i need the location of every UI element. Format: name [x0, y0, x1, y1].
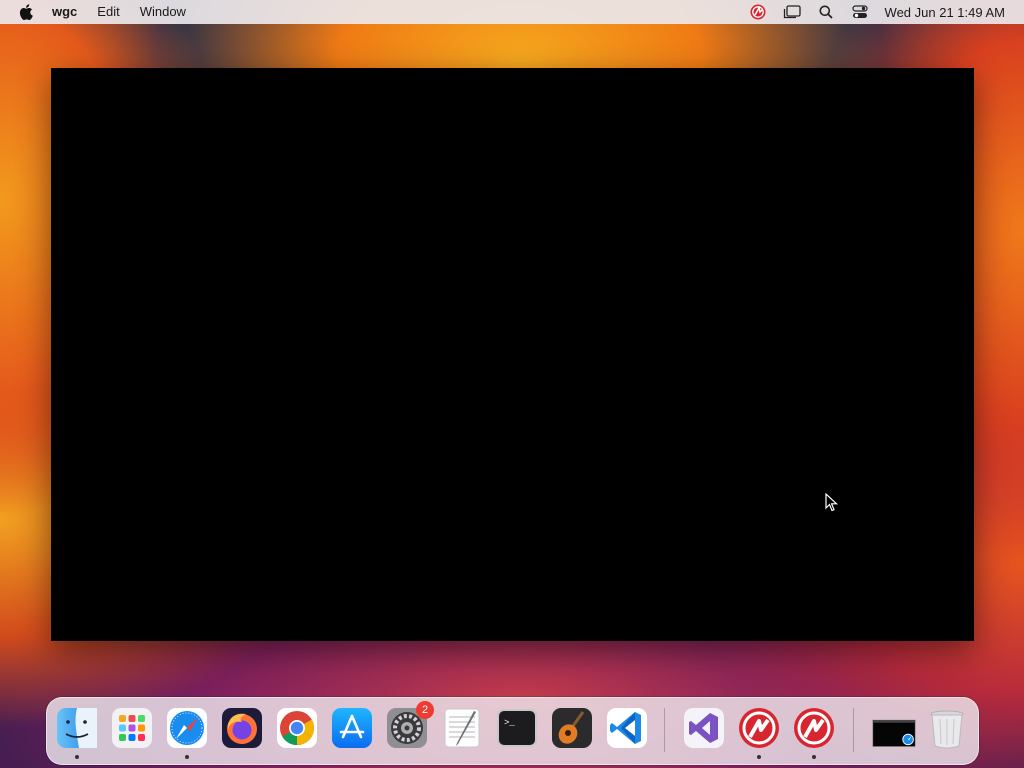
dock-wargaming-game-center-2[interactable]	[792, 706, 836, 759]
dock-app-store[interactable]	[330, 706, 374, 750]
finder-icon	[57, 708, 97, 748]
dock-safari[interactable]	[165, 706, 209, 759]
dock-separator	[853, 708, 854, 752]
safari-icon	[167, 708, 207, 748]
window-thumbnail-icon	[872, 719, 916, 747]
menu-window[interactable]: Window	[140, 0, 186, 24]
dock-terminal[interactable]: >_	[495, 706, 539, 750]
running-indicator	[185, 755, 189, 759]
vscode-icon	[607, 708, 647, 748]
terminal-prompt: >_	[504, 718, 515, 728]
dock-launchpad[interactable]	[110, 706, 154, 750]
wargaming-icon	[739, 708, 779, 748]
dock-vscode[interactable]	[605, 706, 649, 750]
dock-visual-studio[interactable]	[682, 706, 726, 750]
dock-system-settings[interactable]: 2	[385, 701, 434, 750]
notification-badge: 2	[416, 701, 434, 719]
terminal-icon: >_	[497, 709, 537, 747]
dock-trash[interactable]	[925, 706, 969, 750]
launchpad-icon	[112, 708, 152, 748]
dock-finder[interactable]	[55, 706, 99, 759]
spotlight-search-icon[interactable]	[817, 3, 835, 21]
firefox-icon	[222, 708, 262, 748]
app-menu-wgc[interactable]: wgc	[52, 0, 77, 24]
dock-window-preview[interactable]	[869, 706, 919, 750]
dock-chrome[interactable]	[275, 706, 319, 750]
menu-edit[interactable]: Edit	[97, 0, 119, 24]
app-store-icon	[332, 708, 372, 748]
running-indicator	[812, 755, 816, 759]
running-indicator	[757, 755, 761, 759]
mouse-cursor-icon	[825, 492, 839, 513]
chrome-icon	[277, 708, 317, 748]
dock-garageband[interactable]	[550, 706, 594, 750]
dock: 2 >_	[46, 697, 979, 765]
guitar-icon	[552, 708, 592, 748]
dock-firefox[interactable]	[220, 706, 264, 750]
trash-icon	[930, 710, 964, 749]
menu-bar: wgc Edit Window Wed Jun 21 1:49 AM	[0, 0, 1024, 24]
textedit-icon	[444, 708, 480, 748]
apple-icon[interactable]	[18, 4, 34, 20]
dock-textedit[interactable]	[440, 706, 484, 750]
running-indicator	[75, 755, 79, 759]
wgc-app-window[interactable]	[51, 68, 974, 641]
menu-bar-clock[interactable]: Wed Jun 21 1:49 AM	[885, 5, 1005, 20]
visual-studio-icon	[684, 708, 724, 748]
stage-manager-icon[interactable]	[783, 3, 801, 21]
control-center-icon[interactable]	[851, 3, 869, 21]
dock-wargaming-game-center[interactable]	[737, 706, 781, 759]
wargaming-icon	[794, 708, 834, 748]
dock-separator	[664, 708, 665, 752]
wargaming-status-icon[interactable]	[749, 3, 767, 21]
